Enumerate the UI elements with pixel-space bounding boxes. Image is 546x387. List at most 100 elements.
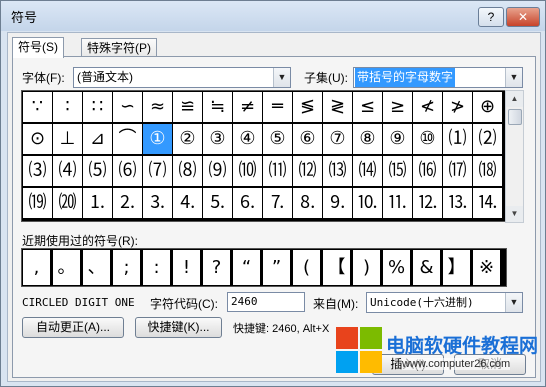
symbol-cell[interactable]: ≥ bbox=[383, 92, 412, 122]
symbol-cell[interactable]: ═ bbox=[263, 92, 292, 122]
symbol-cell[interactable]: ⑵ bbox=[473, 124, 502, 154]
chevron-down-icon[interactable]: ▼ bbox=[505, 293, 522, 312]
from-combo[interactable]: Unicode(十六进制) ▼ bbox=[366, 292, 523, 313]
symbol-cell[interactable]: ⒓ bbox=[413, 188, 442, 218]
recent-symbols-label: 近期使用过的符号(R): bbox=[22, 234, 138, 248]
symbol-cell[interactable]: ③ bbox=[203, 124, 232, 154]
font-combo[interactable]: (普通文本) ▼ bbox=[73, 67, 291, 88]
symbol-cell[interactable]: ⑶ bbox=[23, 156, 52, 186]
recent-symbol-cell[interactable]: 】 bbox=[443, 250, 470, 285]
recent-symbol-cell[interactable]: & bbox=[413, 250, 440, 285]
symbol-cell[interactable]: ≯ bbox=[443, 92, 472, 122]
symbol-cell[interactable]: ⒌ bbox=[203, 188, 232, 218]
symbol-cell[interactable]: ⊿ bbox=[83, 124, 112, 154]
autocorrect-button[interactable]: 自动更正(A)... bbox=[22, 317, 124, 338]
chevron-down-icon[interactable]: ▼ bbox=[273, 68, 290, 87]
symbol-cell[interactable]: ⒐ bbox=[323, 188, 352, 218]
tab-symbols[interactable]: 符号(S) bbox=[12, 37, 64, 58]
recent-symbol-cell[interactable]: ) bbox=[353, 250, 380, 285]
symbol-cell[interactable]: ⒆ bbox=[23, 188, 52, 218]
symbol-cell[interactable]: ⑦ bbox=[323, 124, 352, 154]
recent-symbol-cell[interactable]: ! bbox=[173, 250, 200, 285]
symbol-cell[interactable]: ⊙ bbox=[23, 124, 52, 154]
symbol-cell[interactable]: ⒎ bbox=[263, 188, 292, 218]
symbol-cell[interactable]: ① bbox=[143, 124, 172, 154]
scroll-thumb[interactable] bbox=[508, 109, 522, 125]
symbol-cell[interactable]: ≌ bbox=[173, 92, 202, 122]
symbol-cell[interactable]: ⑷ bbox=[53, 156, 82, 186]
close-button[interactable]: ✕ bbox=[506, 7, 540, 27]
symbol-cell[interactable]: ∷ bbox=[83, 92, 112, 122]
symbol-cell[interactable]: ⑹ bbox=[113, 156, 142, 186]
symbol-cell[interactable]: ⒊ bbox=[143, 188, 172, 218]
symbol-cell[interactable]: ⒀ bbox=[323, 156, 352, 186]
symbol-cell[interactable]: ⌒ bbox=[113, 124, 142, 154]
symbol-cell[interactable]: ⑴ bbox=[443, 124, 472, 154]
subset-combo[interactable]: 带括号的字母数字 ▼ bbox=[353, 67, 523, 88]
scroll-up-icon[interactable]: ▲ bbox=[506, 91, 523, 107]
symbol-cell[interactable]: ⒇ bbox=[53, 188, 82, 218]
symbol-cell[interactable]: ⒈ bbox=[83, 188, 112, 218]
recent-symbol-cell[interactable]: , bbox=[23, 250, 50, 285]
symbol-cell[interactable]: ⒅ bbox=[473, 156, 502, 186]
symbol-cell[interactable]: ⑧ bbox=[353, 124, 382, 154]
symbol-cell[interactable]: ⑿ bbox=[293, 156, 322, 186]
symbol-cell[interactable]: ≶ bbox=[293, 92, 322, 122]
symbol-cell[interactable]: ≷ bbox=[323, 92, 352, 122]
symbol-cell[interactable]: ⒋ bbox=[173, 188, 202, 218]
symbol-cell[interactable]: ≠ bbox=[233, 92, 262, 122]
recent-symbol-cell[interactable]: 。 bbox=[53, 250, 80, 285]
shortcut-key-button[interactable]: 快捷键(K)... bbox=[135, 317, 222, 338]
symbol-cell[interactable]: ⑼ bbox=[203, 156, 232, 186]
tab-special-characters[interactable]: 特殊字符(P) bbox=[81, 38, 157, 57]
symbol-cell[interactable]: ≮ bbox=[413, 92, 442, 122]
symbol-cell[interactable]: ④ bbox=[233, 124, 262, 154]
symbol-cell[interactable]: ⒂ bbox=[383, 156, 412, 186]
recent-symbol-cell[interactable]: : bbox=[143, 250, 170, 285]
recent-symbol-cell[interactable]: “ bbox=[233, 250, 260, 285]
symbol-cell[interactable]: ⒑ bbox=[353, 188, 382, 218]
symbol-cell[interactable]: ∽ bbox=[113, 92, 142, 122]
recent-symbol-cell[interactable]: ※ bbox=[473, 250, 500, 285]
symbol-cell[interactable]: ⒔ bbox=[443, 188, 472, 218]
recent-symbols-grid: ,。、;:!? “”(【)% &】 ※ bbox=[21, 248, 507, 287]
symbol-cell[interactable]: ⒕ bbox=[473, 188, 502, 218]
chevron-down-icon[interactable]: ▼ bbox=[505, 68, 522, 87]
symbol-cell[interactable]: ② bbox=[173, 124, 202, 154]
recent-symbol-cell[interactable]: ” bbox=[263, 250, 290, 285]
symbol-cell[interactable]: ⒒ bbox=[383, 188, 412, 218]
symbol-cell[interactable]: ⒏ bbox=[293, 188, 322, 218]
symbol-cell[interactable]: ⊕ bbox=[473, 92, 502, 122]
symbol-cell[interactable]: ⒄ bbox=[443, 156, 472, 186]
symbol-cell[interactable]: ≈ bbox=[143, 92, 172, 122]
recent-symbol-cell[interactable]: ( bbox=[293, 250, 320, 285]
symbol-cell[interactable]: ⑩ bbox=[413, 124, 442, 154]
symbol-cell[interactable]: ⊥ bbox=[53, 124, 82, 154]
symbol-cell[interactable]: ⒍ bbox=[233, 188, 262, 218]
recent-symbol-cell[interactable]: ; bbox=[113, 250, 140, 285]
recent-symbol-cell[interactable]: ? bbox=[203, 250, 230, 285]
recent-symbol-cell[interactable]: 【 bbox=[323, 250, 350, 285]
symbol-cell[interactable]: ⑨ bbox=[383, 124, 412, 154]
symbol-cell[interactable]: ∶ bbox=[53, 92, 82, 122]
symbol-cell[interactable]: ⑺ bbox=[143, 156, 172, 186]
char-code-input[interactable]: 2460 bbox=[227, 292, 305, 312]
recent-symbol-cell[interactable]: % bbox=[383, 250, 410, 285]
symbol-cell[interactable]: ⑥ bbox=[293, 124, 322, 154]
symbol-cell[interactable]: ⑾ bbox=[263, 156, 292, 186]
symbol-cell[interactable]: ≤ bbox=[353, 92, 382, 122]
symbol-cell[interactable]: ⑸ bbox=[83, 156, 112, 186]
symbol-cell[interactable]: ⒁ bbox=[353, 156, 382, 186]
symbol-cell[interactable]: ⑻ bbox=[173, 156, 202, 186]
help-button[interactable]: ? bbox=[478, 7, 504, 27]
symbol-cell[interactable]: ⒉ bbox=[113, 188, 142, 218]
watermark-title: 电脑软硬件教程网 bbox=[386, 335, 539, 357]
symbol-cell[interactable]: ⑤ bbox=[263, 124, 292, 154]
symbol-cell[interactable]: ∵ bbox=[23, 92, 52, 122]
scroll-down-icon[interactable]: ▼ bbox=[506, 206, 523, 222]
symbol-cell[interactable]: ⒃ bbox=[413, 156, 442, 186]
recent-symbol-cell[interactable]: 、 bbox=[83, 250, 110, 285]
symbol-cell[interactable]: ⑽ bbox=[233, 156, 262, 186]
symbol-grid-scrollbar[interactable]: ▲ ▼ bbox=[505, 90, 524, 223]
symbol-cell[interactable]: ≒ bbox=[203, 92, 232, 122]
